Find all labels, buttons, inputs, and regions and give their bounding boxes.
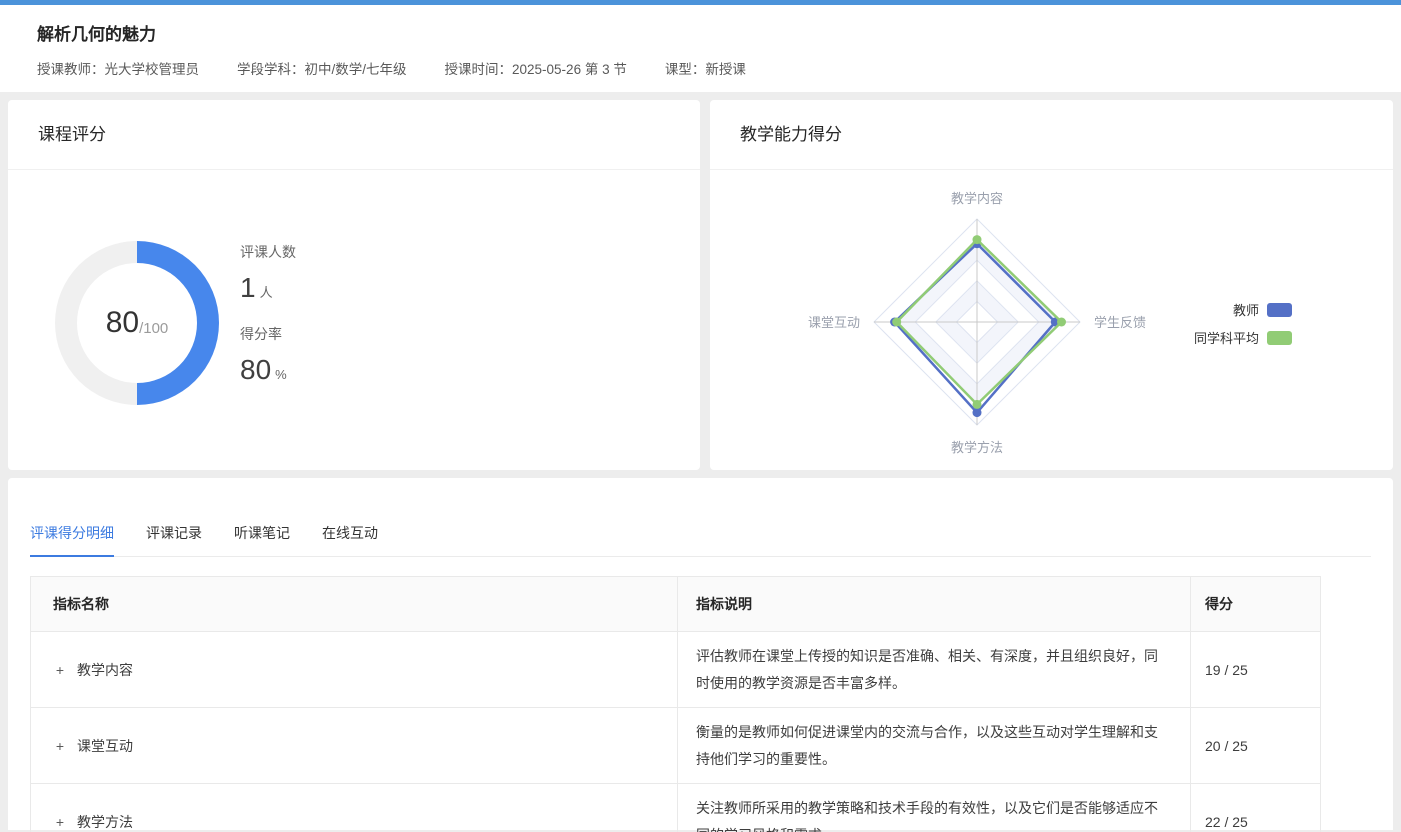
teaching-ability-card-title: 教学能力得分 (710, 100, 1393, 170)
table-row: +课堂互动 衡量的是教师如何促进课堂内的交流与合作，以及这些互动对学生理解和支持… (31, 708, 1321, 784)
radar-legend: 教师 同学科平均 (1194, 300, 1292, 347)
score-max: /100 (139, 320, 168, 337)
course-score-card-title: 课程评分 (8, 100, 700, 170)
subject-average-series-swatch (1267, 331, 1292, 345)
score-rate-label: 得分率 (240, 324, 296, 344)
score-rate-value: 80% (240, 354, 296, 386)
tab-listening-notes[interactable]: 听课笔记 (234, 523, 290, 556)
header-indicator-name: 指标名称 (31, 577, 678, 632)
page-title: 解析几何的魅力 (37, 20, 156, 45)
header-score: 得分 (1191, 577, 1321, 632)
tab-online-interaction[interactable]: 在线互动 (322, 523, 378, 556)
score-stats: 评课人数 1人 得分率 80% (240, 242, 296, 406)
svg-text:课堂互动: 课堂互动 (808, 315, 860, 330)
indicator-name-cell: +教学内容 (31, 632, 678, 708)
legend-item-subject-average[interactable]: 同学科平均 (1194, 328, 1292, 347)
table-row: +教学方法 关注教师所采用的教学策略和技术手段的有效性，以及它们是否能够适应不同… (31, 784, 1321, 832)
expand-row-icon[interactable]: + (53, 814, 67, 830)
teaching-ability-card: 教学能力得分 教学内容学生反馈教学方法 课堂互动 教师 同学科平均 (710, 100, 1393, 470)
details-section: 评课得分明细 评课记录 听课笔记 在线互动 指标名称 指标说明 得分 +教学内容… (8, 478, 1393, 830)
meta-teacher: 授课教师：光大学校管理员 (37, 58, 199, 78)
course-meta: 授课教师：光大学校管理员 学段学科：初中/数学/七年级 授课时间：2025-05… (37, 58, 746, 78)
svg-text:教学内容: 教学内容 (951, 191, 1003, 206)
meta-subject: 学段学科：初中/数学/七年级 (237, 58, 407, 78)
detail-tabs: 评课得分明细 评课记录 听课笔记 在线互动 (30, 478, 1371, 557)
tab-score-details[interactable]: 评课得分明细 (30, 523, 114, 557)
score-gauge-center: 80/100 (77, 263, 197, 383)
indicator-desc-cell: 关注教师所采用的教学策略和技术手段的有效性，以及它们是否能够适应不同的学习风格和… (678, 784, 1191, 832)
indicator-name-cell: +教学方法 (31, 784, 678, 832)
score-cell: 20 / 25 (1191, 708, 1321, 784)
score-cell: 22 / 25 (1191, 784, 1321, 832)
meta-time: 授课时间：2025-05-26 第 3 节 (445, 58, 627, 78)
indicator-desc-cell: 评估教师在课堂上传授的知识是否准确、相关、有深度，并且组织良好，同时使用的教学资… (678, 632, 1191, 708)
expand-row-icon[interactable]: + (53, 662, 67, 678)
score-gauge-donut: 80/100 (55, 241, 219, 405)
indicator-desc-cell: 衡量的是教师如何促进课堂内的交流与合作，以及这些互动对学生理解和支持他们学习的重… (678, 708, 1191, 784)
tab-review-records[interactable]: 评课记录 (146, 523, 202, 556)
header-indicator-desc: 指标说明 (678, 577, 1191, 632)
course-header: 解析几何的魅力 授课教师：光大学校管理员 学段学科：初中/数学/七年级 授课时间… (0, 5, 1401, 92)
meta-course-type: 课型：新授课 (665, 58, 746, 78)
svg-text:教学方法: 教学方法 (951, 440, 1003, 455)
score-cell: 19 / 25 (1191, 632, 1321, 708)
reviewer-count-label: 评课人数 (240, 242, 296, 262)
course-score-card: 课程评分 80/100 评课人数 1人 得分率 80% (8, 100, 700, 470)
score-value: 80 (106, 306, 139, 340)
expand-row-icon[interactable]: + (53, 738, 67, 754)
reviewer-count-value: 1人 (240, 272, 296, 304)
teacher-series-swatch (1267, 303, 1292, 317)
legend-item-teacher[interactable]: 教师 (1194, 300, 1292, 319)
table-header-row: 指标名称 指标说明 得分 (31, 577, 1321, 632)
indicator-name-cell: +课堂互动 (31, 708, 678, 784)
svg-text:学生反馈: 学生反馈 (1094, 315, 1146, 330)
score-details-table: 指标名称 指标说明 得分 +教学内容 评估教师在课堂上传授的知识是否准确、相关、… (30, 576, 1321, 832)
table-row: +教学内容 评估教师在课堂上传授的知识是否准确、相关、有深度，并且组织良好，同时… (31, 632, 1321, 708)
